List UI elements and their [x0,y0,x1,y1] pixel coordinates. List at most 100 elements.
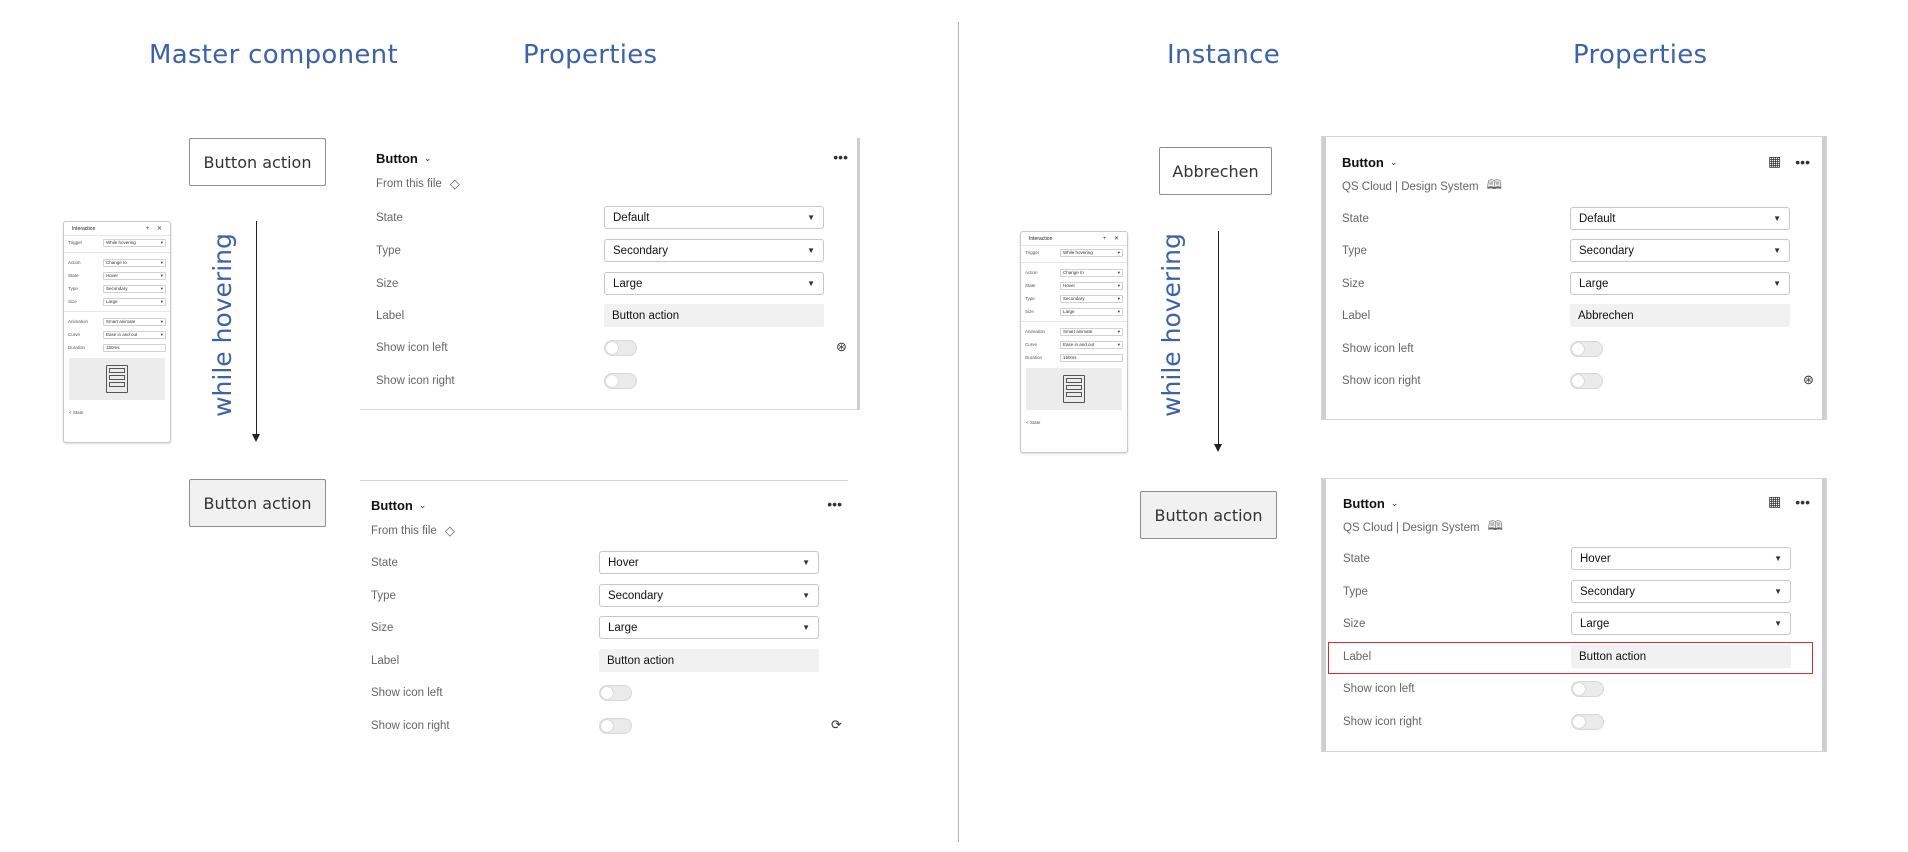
thumb-preview [69,358,165,400]
thumb-value: Smart animate ▾ [103,317,166,326]
thumb-key: Duration [1025,355,1043,360]
thumb-row: Trigger While hovering ▾ [1021,246,1127,259]
thumb-value: Ease in and out ▾ [1060,340,1123,349]
size-select[interactable]: Large ▼ [1571,612,1791,635]
thumb-value-text: Change to [106,260,127,265]
component-source-text: From this file [376,178,442,190]
component-name[interactable]: Button ⌄ [376,148,431,168]
label-input[interactable]: Button action [604,304,824,327]
panel-edge-right [1822,479,1826,751]
state-label: State [376,212,403,224]
show-icon-left-toggle[interactable] [1571,681,1604,697]
instance-button-hover[interactable]: Button action [1140,491,1277,539]
heading-instance: Instance [1167,40,1280,70]
ellipsis-icon[interactable]: ••• [1795,494,1810,510]
show-icon-left-toggle[interactable] [604,340,637,356]
thumb-value: Hover ▾ [1060,281,1123,290]
section-divider [958,22,959,842]
thumb-separator [1021,321,1127,322]
swap-icon[interactable]: ⊛ [1803,372,1814,388]
thumb-key: Type [68,286,78,291]
label-label: Label [371,655,400,667]
thumb-value-text: Smart animate [106,319,136,324]
size-select[interactable]: Large ▼ [1570,272,1790,295]
swap-icon[interactable]: ⊛ [836,339,847,355]
thumb-row: Duration 150ms [64,341,170,354]
label-label: Label [1342,310,1371,322]
chevron-down-icon: ▾ [1117,328,1120,334]
component-source-text: QS Cloud | Design System [1342,181,1479,193]
thumb-row: State Hover ▾ [64,269,170,282]
type-select[interactable]: Secondary ▼ [1570,239,1790,262]
chevron-down-icon: ▼ [807,213,815,222]
show-icon-right-toggle[interactable] [1570,373,1603,389]
ellipsis-icon[interactable]: ••• [827,496,842,512]
swap-icon[interactable]: ⟳ [831,717,842,733]
type-select[interactable]: Secondary ▼ [604,239,824,262]
thumb-key: Action [68,260,81,265]
panel-edge-left [1322,137,1326,419]
master-button-default[interactable]: Button action [189,138,326,186]
heading-properties-left: Properties [523,40,658,70]
grid-icon[interactable]: ▦ [1768,153,1781,170]
component-source-text: QS Cloud | Design System [1343,522,1480,534]
state-select[interactable]: Default ▼ [1570,207,1790,230]
panel-actions: ▦ ••• [1768,493,1810,510]
show-icon-left-label: Show icon left [371,687,443,699]
show-icon-right-toggle[interactable] [599,718,632,734]
thumb-row: Action Change to ▾ [1021,266,1127,279]
master-button-hover[interactable]: Button action [189,479,326,527]
thumb-key: Action [1025,270,1038,275]
show-icon-left-toggle[interactable] [1570,341,1603,357]
label-input[interactable]: Abbrechen [1570,304,1790,327]
component-name[interactable]: Button ⌄ [1342,152,1397,172]
chevron-down-icon: ⌄ [423,152,432,163]
type-value: Secondary [608,589,663,602]
instance-interaction-thumbnail: Interaction + ✕ Trigger While hovering ▾ Ac… [1020,231,1128,453]
label-override-highlight [1328,642,1813,674]
thumb-footer: < State [69,410,84,415]
diamond-icon: ◇ [449,176,460,191]
thumb-separator [64,311,170,312]
state-select[interactable]: Default ▼ [604,206,824,229]
thumb-value: Ease in and out ▾ [103,330,166,339]
label-input[interactable]: Button action [599,649,819,672]
show-icon-right-toggle[interactable] [1571,714,1604,730]
type-label: Type [1343,586,1368,598]
show-icon-left-toggle[interactable] [599,685,632,701]
grid-icon[interactable]: ▦ [1768,493,1781,510]
master-default-properties-panel: Button ⌄ ••• From this file ◇ State Defaul… [360,138,860,410]
component-source: QS Cloud | Design System 🕮 [1342,177,1502,195]
panel-actions: ▦ ••• [1768,153,1810,170]
thumb-value: 150ms [103,343,166,352]
size-select[interactable]: Large ▼ [604,272,824,295]
show-icon-right-toggle[interactable] [604,373,637,389]
component-name-text: Button [376,150,418,166]
plus-close-icon: + ✕ [145,226,165,232]
book-icon: 🕮 [1487,518,1503,533]
ellipsis-icon[interactable]: ••• [833,149,848,165]
ellipsis-icon[interactable]: ••• [1795,154,1810,170]
master-transition-label: while hovering [208,233,237,417]
thumb-header: Interaction + ✕ [1021,232,1127,246]
thumb-row: Size Large ▾ [1021,305,1127,318]
thumb-key: Animation [68,319,89,324]
state-select[interactable]: Hover ▼ [1571,547,1791,570]
chevron-down-icon: ▼ [807,279,815,288]
type-select[interactable]: Secondary ▼ [1571,580,1791,603]
size-select[interactable]: Large ▼ [599,616,819,639]
component-name[interactable]: Button ⌄ [371,495,426,515]
chevron-down-icon: ▾ [1117,269,1120,275]
panel-actions: ••• [827,496,842,512]
state-value: Hover [608,556,639,569]
chevron-down-icon: ▾ [1117,282,1120,288]
component-source-text: From this file [371,525,437,537]
thumb-preview [1026,368,1122,410]
thumb-row: Duration 150ms [1021,351,1127,364]
instance-button-default[interactable]: Abbrechen [1159,147,1272,195]
plus-close-icon: + ✕ [1102,236,1122,242]
component-name[interactable]: Button ⌄ [1343,493,1398,513]
type-select[interactable]: Secondary ▼ [599,584,819,607]
component-name-text: Button [371,497,413,513]
state-select[interactable]: Hover ▼ [599,551,819,574]
